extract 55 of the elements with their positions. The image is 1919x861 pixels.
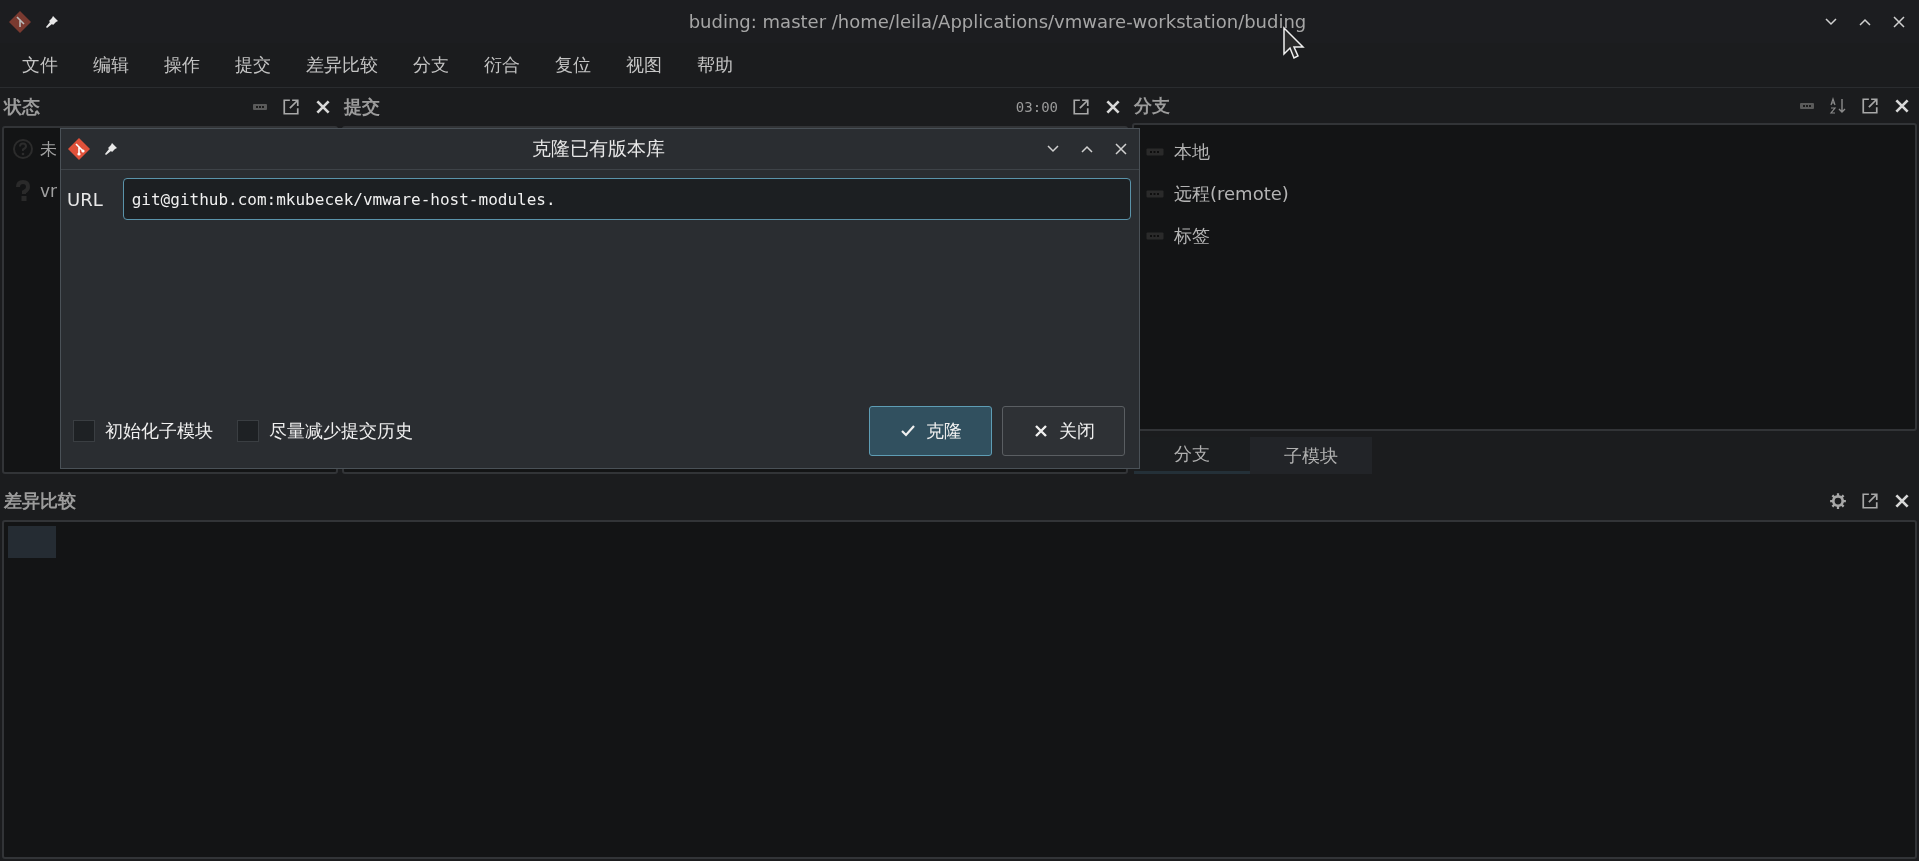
check-icon bbox=[899, 423, 916, 439]
timer-text: 03:00 bbox=[1015, 99, 1058, 115]
panel-title: 提交 bbox=[344, 95, 380, 119]
window-title: buding: master /home/leila/Applications/vmware-workstation/buding bbox=[687, 11, 1308, 32]
pin-icon[interactable] bbox=[44, 13, 60, 30]
checkbox-label[interactable]: 尽量减少提交历史 bbox=[269, 419, 413, 443]
panel-title: 分支 bbox=[1134, 93, 1170, 118]
url-field[interactable]: git@github.com:mkubecek/vmware-host-modules. bbox=[122, 178, 1131, 220]
popout-icon[interactable] bbox=[282, 98, 300, 116]
tree-node-icon[interactable] bbox=[1146, 190, 1164, 199]
menu-item[interactable]: 编辑 bbox=[85, 49, 137, 81]
menu-item[interactable]: 衍合 bbox=[476, 49, 528, 81]
close-icon[interactable] bbox=[1891, 13, 1907, 30]
collapse-icon[interactable] bbox=[252, 103, 268, 111]
collapse-icon[interactable] bbox=[1799, 101, 1815, 110]
menu-item[interactable]: 操作 bbox=[156, 49, 208, 81]
tree-node-icon[interactable] bbox=[1146, 232, 1164, 241]
tab[interactable]: 子模块 bbox=[1250, 437, 1372, 474]
question-icon bbox=[12, 138, 34, 160]
file-name[interactable]: 未 bbox=[40, 137, 57, 161]
menu-item[interactable]: 视图 bbox=[618, 49, 670, 81]
field-label: URL bbox=[67, 188, 103, 210]
tree-item[interactable]: 远程(remote) bbox=[1174, 182, 1289, 207]
tree-item[interactable]: 本地 bbox=[1174, 140, 1210, 165]
tree-node-icon[interactable] bbox=[1146, 148, 1164, 157]
dialog-title: 克隆已有版本库 bbox=[530, 136, 666, 161]
tree-item[interactable]: 标签 bbox=[1174, 224, 1210, 249]
checkbox[interactable] bbox=[237, 420, 259, 442]
menu-item[interactable]: 分支 bbox=[405, 49, 457, 81]
pin-icon[interactable] bbox=[103, 141, 119, 157]
clone-button[interactable]: 克隆 bbox=[869, 406, 992, 456]
app-logo-icon bbox=[8, 9, 32, 34]
close-icon[interactable] bbox=[1113, 141, 1129, 157]
close-button[interactable]: 关闭 bbox=[1002, 406, 1125, 456]
panel-title: 差异比较 bbox=[4, 489, 76, 513]
popout-icon[interactable] bbox=[1861, 96, 1879, 115]
menu-item[interactable]: 差异比较 bbox=[298, 49, 386, 81]
menu-item[interactable]: 提交 bbox=[227, 49, 279, 81]
close-icon[interactable] bbox=[314, 98, 332, 116]
panel-title: 状态 bbox=[4, 95, 40, 119]
close-icon[interactable] bbox=[1893, 492, 1911, 510]
sort-icon[interactable] bbox=[1829, 96, 1847, 115]
settings-icon[interactable] bbox=[1829, 492, 1847, 510]
line-highlight bbox=[8, 526, 56, 558]
file-name[interactable]: vr bbox=[40, 181, 58, 201]
checkbox-label[interactable]: 初始化子模块 bbox=[105, 419, 213, 443]
menu-item[interactable]: 复位 bbox=[547, 49, 599, 81]
menu-item[interactable]: 帮助 bbox=[689, 49, 741, 81]
popout-icon[interactable] bbox=[1861, 492, 1879, 510]
menu-item[interactable]: 文件 bbox=[14, 49, 66, 81]
close-icon bbox=[1032, 423, 1049, 439]
app-logo-icon bbox=[67, 137, 91, 161]
close-icon[interactable] bbox=[1104, 98, 1122, 116]
checkbox[interactable] bbox=[73, 420, 95, 442]
popout-icon[interactable] bbox=[1072, 98, 1090, 116]
